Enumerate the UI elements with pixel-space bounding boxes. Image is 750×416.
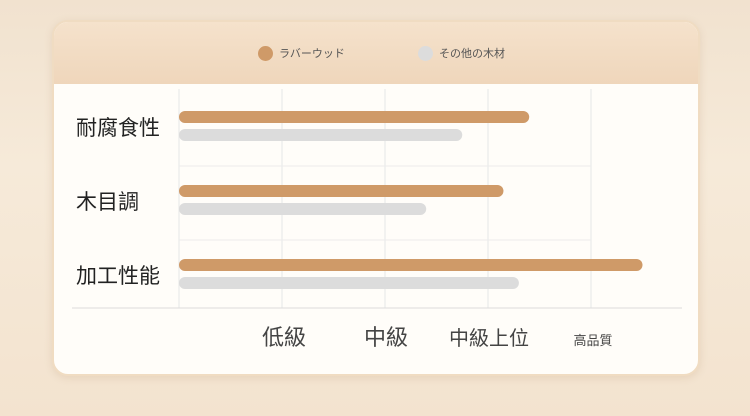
bar-rubberwood [179, 111, 530, 123]
bar-rubberwood [179, 185, 504, 197]
x-tick-label: 中級 [364, 326, 408, 351]
bar-other-wood [179, 129, 463, 141]
bar-other-wood [179, 203, 427, 215]
x-tick-label: 中級上位 [449, 326, 529, 350]
x-tick-label: 低級 [262, 326, 306, 351]
bar-chart: 耐腐食性木目調加工性能低級 中級 中級上位 高品質 [72, 89, 682, 351]
category-label: 木目調 [76, 190, 139, 214]
bar-rubberwood [179, 259, 643, 271]
category-label: 加工性能 [76, 264, 160, 288]
x-tick-label: 高品質 [573, 333, 612, 349]
bar-other-wood [179, 277, 519, 289]
category-label: 耐腐食性 [76, 116, 160, 140]
